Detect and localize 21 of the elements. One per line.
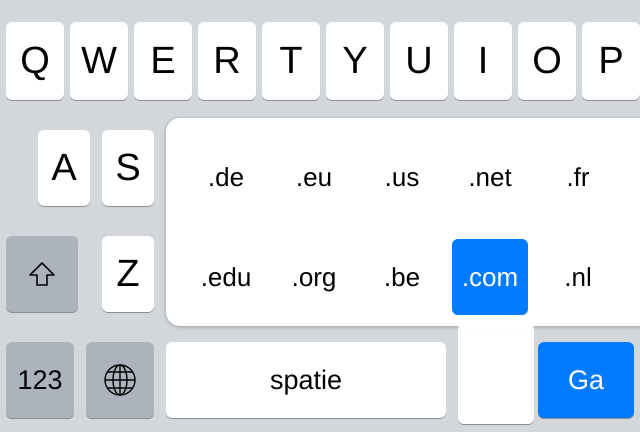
letter-key[interactable]: T (262, 22, 320, 100)
letter-key[interactable]: A (38, 130, 90, 206)
globe-key[interactable] (86, 342, 154, 418)
space-key[interactable]: spatie (166, 342, 446, 418)
numbers-key[interactable]: 123 (6, 342, 74, 418)
letter-key[interactable]: O (518, 22, 576, 100)
letter-key[interactable]: P (582, 22, 640, 100)
letter-key[interactable]: Q (6, 22, 64, 100)
shift-key[interactable] (6, 236, 78, 312)
domain-option[interactable]: .com (452, 239, 528, 315)
letter-key[interactable]: R (198, 22, 256, 100)
letter-key[interactable]: S (102, 130, 154, 206)
letter-key[interactable]: W (70, 22, 128, 100)
shift-arrow-icon (28, 261, 56, 287)
letter-key[interactable]: Y (326, 22, 384, 100)
go-key[interactable]: Ga (538, 342, 634, 418)
letter-key[interactable]: E (134, 22, 192, 100)
globe-icon (103, 363, 137, 397)
letter-key[interactable]: I (454, 22, 512, 100)
letter-key[interactable]: U (390, 22, 448, 100)
letter-key[interactable]: Z (102, 236, 154, 312)
